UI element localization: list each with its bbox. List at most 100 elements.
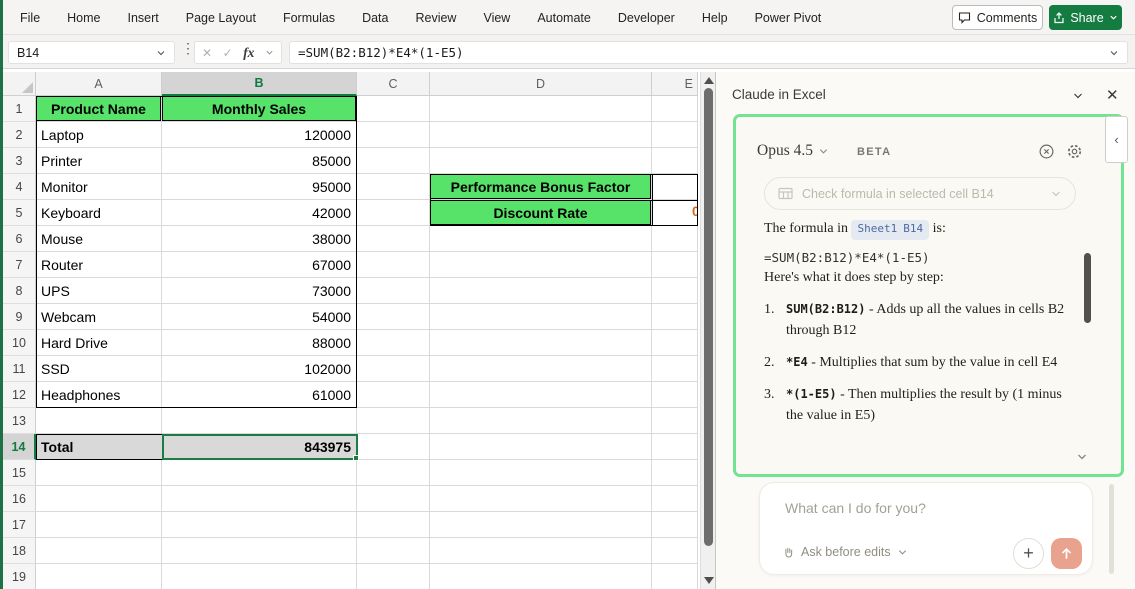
cell-A1[interactable]: Product Name xyxy=(36,96,162,122)
cell-B13[interactable] xyxy=(162,408,357,434)
row-header-2[interactable]: 2 xyxy=(3,122,36,148)
row-header-15[interactable]: 15 xyxy=(3,460,36,486)
cell-D17[interactable] xyxy=(430,512,652,538)
cell-B18[interactable] xyxy=(162,538,357,564)
comments-button[interactable]: Comments xyxy=(952,5,1043,30)
cell-A3[interactable]: Printer xyxy=(36,148,162,174)
cell-C10[interactable] xyxy=(357,330,430,356)
row-header-17[interactable]: 17 xyxy=(3,512,36,538)
row-header-16[interactable]: 16 xyxy=(3,486,36,512)
cell-A8[interactable]: UPS xyxy=(36,278,162,304)
cell-E18[interactable] xyxy=(652,538,698,564)
cell-A17[interactable] xyxy=(36,512,162,538)
cell-C8[interactable] xyxy=(357,278,430,304)
row-header-8[interactable]: 8 xyxy=(3,278,36,304)
row-header-12[interactable]: 12 xyxy=(3,382,36,408)
cell-A2[interactable]: Laptop xyxy=(36,122,162,148)
scroll-down-icon[interactable] xyxy=(704,577,714,584)
cell-D8[interactable] xyxy=(430,278,652,304)
column-header-D[interactable]: D xyxy=(430,72,652,96)
cell-E1[interactable] xyxy=(652,96,698,122)
cell-B6[interactable]: 38000 xyxy=(162,226,357,252)
cell-D10[interactable] xyxy=(430,330,652,356)
cell-D15[interactable] xyxy=(430,460,652,486)
cell-B15[interactable] xyxy=(162,460,357,486)
cell-D13[interactable] xyxy=(430,408,652,434)
row-header-19[interactable]: 19 xyxy=(3,564,36,589)
cell-C3[interactable] xyxy=(357,148,430,174)
chevron-down-icon[interactable] xyxy=(818,146,829,157)
row-header-7[interactable]: 7 xyxy=(3,252,36,278)
ribbon-tab-review[interactable]: Review xyxy=(415,11,456,25)
model-selector[interactable]: Opus 4.5 xyxy=(757,142,813,160)
cell-B3[interactable]: 85000 xyxy=(162,148,357,174)
cell-E8[interactable] xyxy=(652,278,698,304)
cell-E5[interactable]: 0 xyxy=(652,200,698,226)
ribbon-tab-insert[interactable]: Insert xyxy=(128,11,159,25)
scroll-down-chevron-icon[interactable] xyxy=(1076,451,1088,463)
cell-A10[interactable]: Hard Drive xyxy=(36,330,162,356)
cell-E14[interactable] xyxy=(652,434,698,460)
pane-scrollbar-track[interactable] xyxy=(1109,484,1114,574)
cell-B11[interactable]: 102000 xyxy=(162,356,357,382)
cell-E15[interactable] xyxy=(652,460,698,486)
task-pane-close-icon[interactable]: ✕ xyxy=(1106,86,1119,104)
row-header-10[interactable]: 10 xyxy=(3,330,36,356)
cell-D14[interactable] xyxy=(430,434,652,460)
cell-A13[interactable] xyxy=(36,408,162,434)
cell-A11[interactable]: SSD xyxy=(36,356,162,382)
select-all-corner[interactable] xyxy=(3,72,36,96)
cell-D3[interactable] xyxy=(430,148,652,174)
cancel-icon[interactable]: ✕ xyxy=(202,46,212,60)
chat-input-placeholder[interactable]: What can I do for you? xyxy=(785,500,926,516)
gear-icon[interactable] xyxy=(1066,143,1083,160)
name-box[interactable]: B14 xyxy=(8,41,175,64)
cell-B9[interactable]: 54000 xyxy=(162,304,357,330)
row-header-3[interactable]: 3 xyxy=(3,148,36,174)
expand-formula-bar-icon[interactable] xyxy=(1109,48,1119,58)
row-header-14[interactable]: 14 xyxy=(3,434,36,460)
cell-C7[interactable] xyxy=(357,252,430,278)
row-header-11[interactable]: 11 xyxy=(3,356,36,382)
cell-A4[interactable]: Monitor xyxy=(36,174,162,200)
kebab-menu-icon[interactable]: ⋮ xyxy=(181,40,195,57)
share-button[interactable]: Share xyxy=(1049,5,1122,30)
message-scrollbar-thumb[interactable] xyxy=(1084,253,1091,323)
cell-C9[interactable] xyxy=(357,304,430,330)
vertical-scrollbar[interactable] xyxy=(700,72,715,589)
cell-D5[interactable]: Discount Rate xyxy=(430,200,652,226)
cell-E17[interactable] xyxy=(652,512,698,538)
row-header-18[interactable]: 18 xyxy=(3,538,36,564)
edit-mode-selector[interactable]: Ask before edits xyxy=(782,545,908,559)
ribbon-tab-automate[interactable]: Automate xyxy=(537,11,591,25)
cell-B8[interactable]: 73000 xyxy=(162,278,357,304)
ribbon-tab-developer[interactable]: Developer xyxy=(618,11,675,25)
cell-E13[interactable] xyxy=(652,408,698,434)
chevron-down-icon[interactable] xyxy=(156,48,166,58)
cell-C19[interactable] xyxy=(357,564,430,589)
cell-B10[interactable]: 88000 xyxy=(162,330,357,356)
cell-E19[interactable] xyxy=(652,564,698,589)
cell-B14[interactable]: 843975 xyxy=(162,434,357,460)
cell-A16[interactable] xyxy=(36,486,162,512)
formula-input[interactable]: =SUM(B2:B12)*E4*(1-E5) xyxy=(289,41,1128,64)
cell-E11[interactable] xyxy=(652,356,698,382)
cell-A18[interactable] xyxy=(36,538,162,564)
cell-E12[interactable] xyxy=(652,382,698,408)
cell-C11[interactable] xyxy=(357,356,430,382)
column-header-B[interactable]: B xyxy=(162,72,357,96)
cell-E10[interactable] xyxy=(652,330,698,356)
cell-E16[interactable] xyxy=(652,486,698,512)
attach-button[interactable]: + xyxy=(1013,538,1044,569)
cell-C12[interactable] xyxy=(357,382,430,408)
cell-D18[interactable] xyxy=(430,538,652,564)
cell-A6[interactable]: Mouse xyxy=(36,226,162,252)
cell-B16[interactable] xyxy=(162,486,357,512)
cell-B12[interactable]: 61000 xyxy=(162,382,357,408)
cell-D16[interactable] xyxy=(430,486,652,512)
cell-D9[interactable] xyxy=(430,304,652,330)
cell-E6[interactable] xyxy=(652,226,698,252)
row-header-5[interactable]: 5 xyxy=(3,200,36,226)
cell-E4[interactable] xyxy=(652,174,698,200)
clear-chat-icon[interactable] xyxy=(1038,143,1055,160)
